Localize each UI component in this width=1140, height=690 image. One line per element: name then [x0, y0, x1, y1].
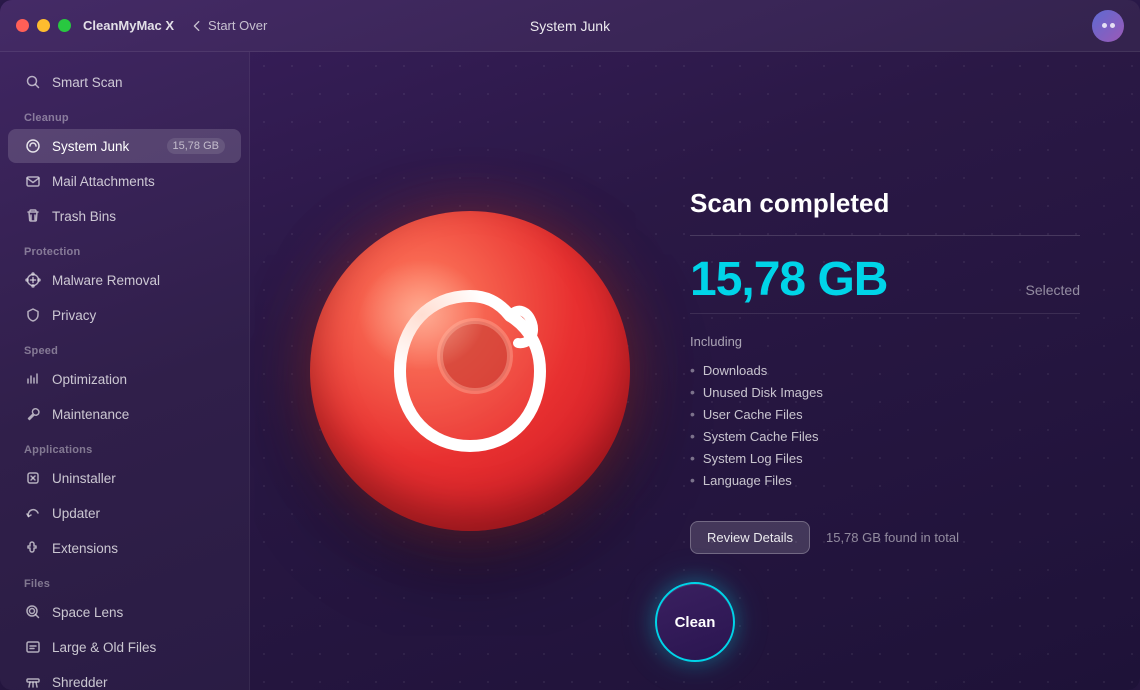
close-button[interactable]	[16, 19, 29, 32]
found-total-label: 15,78 GB found in total	[826, 530, 959, 545]
privacy-label: Privacy	[52, 308, 96, 323]
page-title: System Junk	[530, 18, 610, 34]
sidebar-item-malware-removal[interactable]: Malware Removal	[8, 263, 241, 297]
uninstaller-label: Uninstaller	[52, 471, 116, 486]
list-item: Downloads	[690, 359, 1080, 381]
sidebar-item-extensions[interactable]: Extensions	[8, 531, 241, 565]
scan-completed-title: Scan completed	[690, 188, 1080, 219]
shredder-icon	[24, 673, 42, 690]
chevron-left-icon	[190, 19, 204, 33]
space-lens-icon	[24, 603, 42, 621]
start-over-button[interactable]: Start Over	[190, 18, 267, 33]
optimization-label: Optimization	[52, 372, 127, 387]
malware-icon	[24, 271, 42, 289]
sidebar: Smart Scan Cleanup System Junk 15,78 GB	[0, 52, 250, 690]
large-old-files-icon	[24, 638, 42, 656]
main-layout: Smart Scan Cleanup System Junk 15,78 GB	[0, 52, 1140, 690]
protection-section-label: Protection	[0, 234, 249, 262]
sidebar-item-shredder[interactable]: Shredder	[8, 665, 241, 690]
traffic-lights	[16, 19, 71, 32]
mail-attachments-label: Mail Attachments	[52, 174, 155, 189]
trash-bins-label: Trash Bins	[52, 209, 116, 224]
list-item: Unused Disk Images	[690, 381, 1080, 403]
app-icon	[310, 211, 630, 531]
speed-section-label: Speed	[0, 333, 249, 361]
cleanup-section-label: Cleanup	[0, 100, 249, 128]
sidebar-item-mail-attachments[interactable]: Mail Attachments	[8, 164, 241, 198]
clean-button[interactable]: Clean	[655, 582, 735, 662]
content-area: Scan completed 15,78 GB Selected Includi…	[250, 52, 1140, 690]
sidebar-item-maintenance[interactable]: Maintenance	[8, 397, 241, 431]
dot-1	[1102, 23, 1107, 28]
sidebar-item-smart-scan[interactable]: Smart Scan	[8, 65, 241, 99]
privacy-icon	[24, 306, 42, 324]
extensions-label: Extensions	[52, 541, 118, 556]
trash-icon	[24, 207, 42, 225]
sidebar-item-large-old-files[interactable]: Large & Old Files	[8, 630, 241, 664]
sidebar-item-system-junk[interactable]: System Junk 15,78 GB	[8, 129, 241, 163]
app-icon-container	[310, 211, 630, 531]
titlebar-right	[1092, 10, 1124, 42]
maintenance-icon	[24, 405, 42, 423]
titlebar: CleanMyMac X Start Over System Junk	[0, 0, 1140, 52]
smart-scan-label: Smart Scan	[52, 75, 123, 90]
list-item: Language Files	[690, 469, 1080, 491]
selected-label: Selected	[1026, 282, 1080, 298]
divider-bottom	[690, 313, 1080, 314]
extensions-icon	[24, 539, 42, 557]
avatar-dots	[1102, 23, 1115, 28]
info-panel: Scan completed 15,78 GB Selected Includi…	[690, 188, 1080, 554]
dot-2	[1110, 23, 1115, 28]
size-value: 15,78 GB	[690, 252, 887, 307]
including-label: Including	[690, 334, 1080, 349]
sidebar-item-uninstaller[interactable]: Uninstaller	[8, 461, 241, 495]
malware-removal-label: Malware Removal	[52, 273, 160, 288]
sidebar-item-space-lens[interactable]: Space Lens	[8, 595, 241, 629]
divider-top	[690, 235, 1080, 236]
fullscreen-button[interactable]	[58, 19, 71, 32]
app-window: CleanMyMac X Start Over System Junk	[0, 0, 1140, 690]
titlebar-left: CleanMyMac X Start Over	[83, 18, 267, 33]
list-item: System Log Files	[690, 447, 1080, 469]
sidebar-item-trash-bins[interactable]: Trash Bins	[8, 199, 241, 233]
minimize-button[interactable]	[37, 19, 50, 32]
avatar-button[interactable]	[1092, 10, 1124, 42]
sidebar-item-updater[interactable]: Updater	[8, 496, 241, 530]
start-over-label: Start Over	[208, 18, 267, 33]
space-lens-label: Space Lens	[52, 605, 123, 620]
uninstaller-icon	[24, 469, 42, 487]
smart-scan-icon	[24, 73, 42, 91]
large-old-files-label: Large & Old Files	[52, 640, 156, 655]
review-details-button[interactable]: Review Details	[690, 521, 810, 554]
updater-icon	[24, 504, 42, 522]
system-junk-badge: 15,78 GB	[167, 138, 225, 154]
list-item: System Cache Files	[690, 425, 1080, 447]
sidebar-item-privacy[interactable]: Privacy	[8, 298, 241, 332]
updater-label: Updater	[52, 506, 100, 521]
app-logo-svg	[370, 261, 570, 481]
applications-section-label: Applications	[0, 432, 249, 460]
sidebar-item-optimization[interactable]: Optimization	[8, 362, 241, 396]
bottom-row: Review Details 15,78 GB found in total	[690, 521, 1080, 554]
system-junk-icon	[24, 137, 42, 155]
shredder-label: Shredder	[52, 675, 108, 690]
files-section-label: Files	[0, 566, 249, 594]
items-list: Downloads Unused Disk Images User Cache …	[690, 359, 1080, 491]
list-item: User Cache Files	[690, 403, 1080, 425]
clean-button-container: Clean	[655, 582, 735, 662]
mail-icon	[24, 172, 42, 190]
app-name: CleanMyMac X	[83, 18, 174, 33]
maintenance-label: Maintenance	[52, 407, 129, 422]
size-row: 15,78 GB Selected	[690, 252, 1080, 307]
optimization-icon	[24, 370, 42, 388]
system-junk-label: System Junk	[52, 139, 129, 154]
